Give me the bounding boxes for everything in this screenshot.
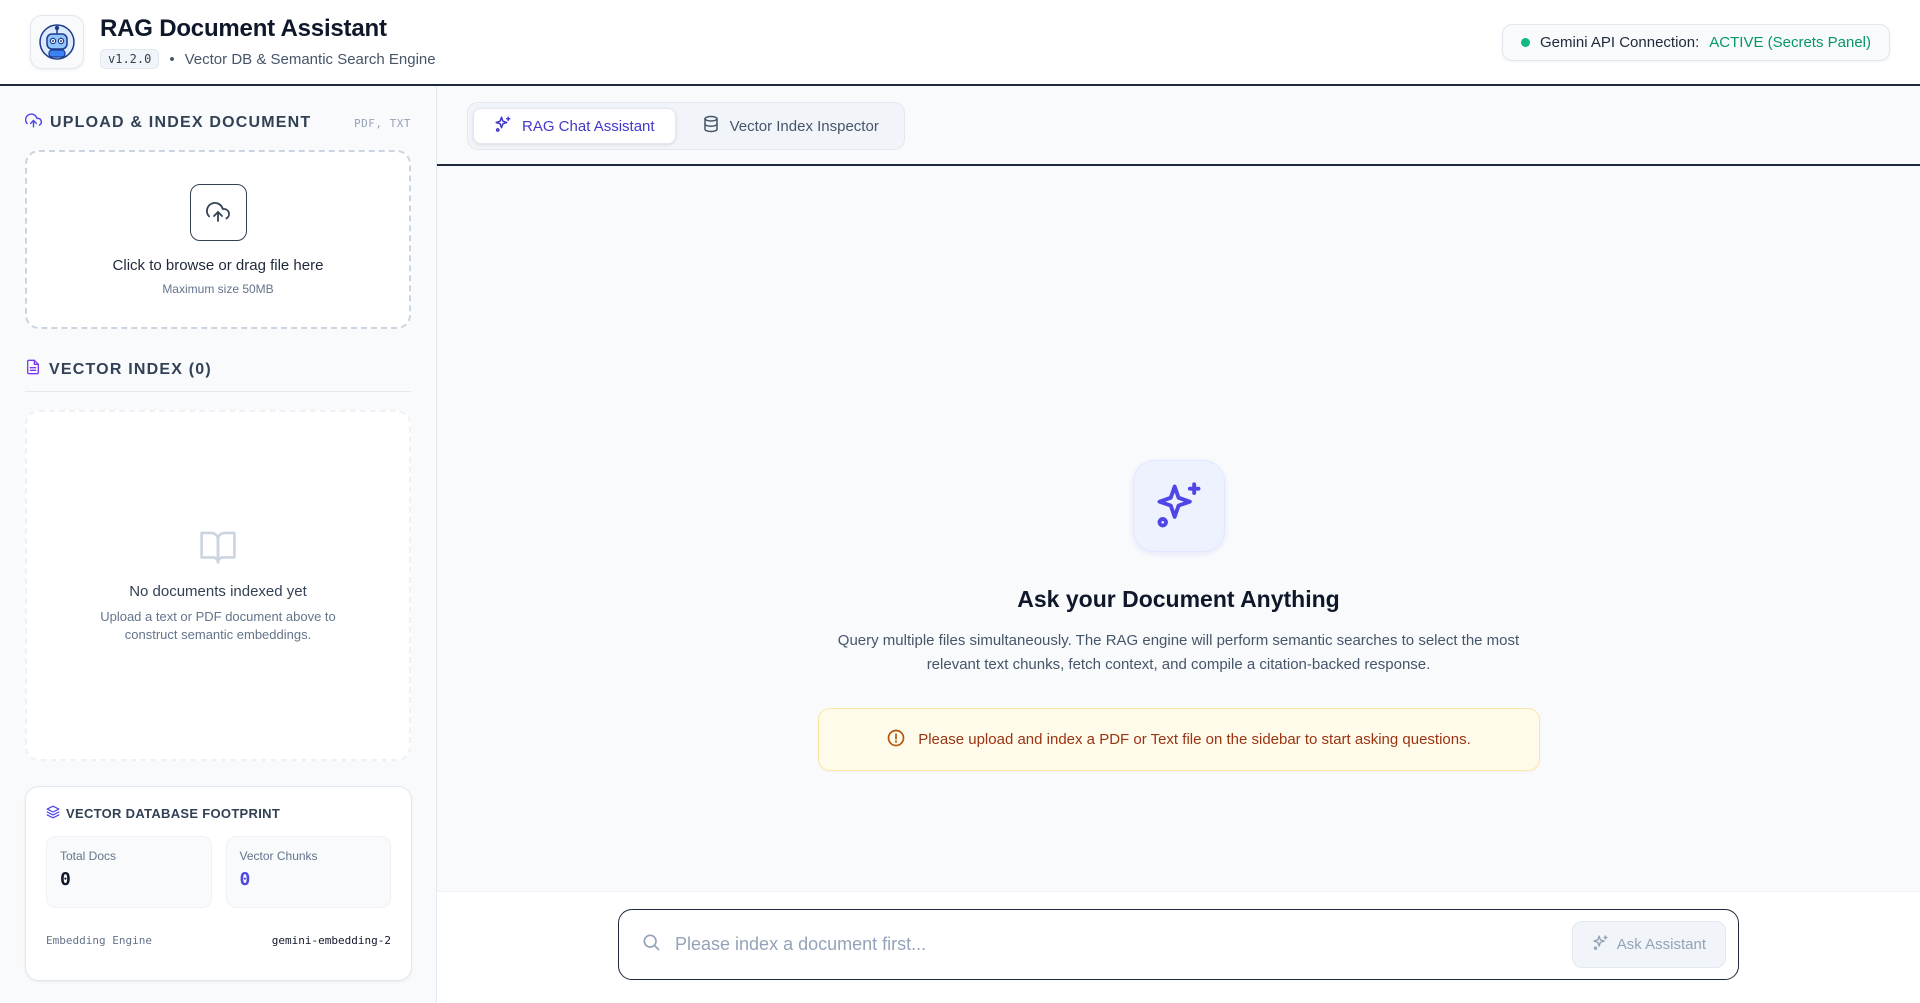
embedding-engine-value: gemini-embedding-2 <box>271 934 391 947</box>
tab-label: Vector Index Inspector <box>729 117 879 135</box>
view-tabs: RAG Chat Assistant Vector Index Inspecto… <box>467 102 905 150</box>
alert-circle-icon <box>886 728 906 752</box>
subtitle-separator: • <box>169 50 175 68</box>
total-docs-stat: Total Docs 0 <box>46 836 212 908</box>
app-header: RAG Document Assistant v1.2.0 • Vector D… <box>0 0 1920 86</box>
main-panel: RAG Chat Assistant Vector Index Inspecto… <box>437 86 1920 1003</box>
supported-formats: PDF, TXT <box>354 116 411 130</box>
hero-sparkles-icon <box>1132 460 1225 552</box>
ask-button-label: Ask Assistant <box>1616 936 1706 953</box>
dropzone-label: Click to browse or drag file here <box>112 256 324 274</box>
query-box: Ask Assistant <box>618 909 1739 980</box>
api-status-badge: Gemini API Connection: ACTIVE (Secrets P… <box>1502 23 1890 61</box>
footprint-title-text: VECTOR DATABASE FOOTPRINT <box>66 806 281 821</box>
tab-rag-chat-assistant[interactable]: RAG Chat Assistant <box>473 108 676 144</box>
vector-chunks-stat: Vector Chunks 0 <box>225 836 391 908</box>
upload-title-text: UPLOAD & INDEX DOCUMENT <box>50 114 312 131</box>
dropzone-size-note: Maximum size 50MB <box>162 281 274 296</box>
sidebar: UPLOAD & INDEX DOCUMENT PDF, TXT Click t… <box>0 86 437 1003</box>
tabs-bar: RAG Chat Assistant Vector Index Inspecto… <box>437 86 1920 166</box>
document-icon <box>25 359 41 380</box>
hero-title: Ask your Document Anything <box>1017 586 1340 612</box>
query-bar: Ask Assistant <box>437 891 1920 1003</box>
total-docs-value: 0 <box>60 869 71 890</box>
vector-db-footprint-card: VECTOR DATABASE FOOTPRINT Total Docs 0 V… <box>25 786 412 981</box>
layers-icon <box>46 805 60 822</box>
upload-icon <box>189 183 247 241</box>
app-subtitle-row: v1.2.0 • Vector DB & Semantic Search Eng… <box>100 49 436 69</box>
warning-text: Please upload and index a PDF or Text fi… <box>918 731 1471 748</box>
chat-empty-state: Ask your Document Anything Query multipl… <box>437 166 1920 891</box>
app-subtitle: Vector DB & Semantic Search Engine <box>184 50 436 68</box>
upload-warning-banner: Please upload and index a PDF or Text fi… <box>817 708 1540 771</box>
sparkles-icon <box>1592 934 1609 955</box>
search-icon <box>641 932 661 957</box>
vector-index-title: VECTOR INDEX (0) <box>25 359 212 380</box>
tab-vector-index-inspector[interactable]: Vector Index Inspector <box>682 108 899 144</box>
tab-label: RAG Chat Assistant <box>522 117 655 135</box>
empty-state-subtitle: Upload a text or PDF document above to c… <box>100 608 336 642</box>
cloud-upload-icon <box>24 112 42 134</box>
vector-chunks-value: 0 <box>239 869 251 890</box>
robot-logo-icon <box>30 15 84 69</box>
vector-chunks-label: Vector Chunks <box>239 849 318 863</box>
embedding-engine-row: Embedding Engine gemini-embedding-2 <box>46 924 391 947</box>
ask-assistant-button[interactable]: Ask Assistant <box>1571 921 1726 968</box>
database-icon <box>702 115 720 137</box>
hero-subtitle: Query multiple files simultaneously. The… <box>837 632 1520 673</box>
upload-section-title: UPLOAD & INDEX DOCUMENT <box>24 112 312 134</box>
vector-index-title-text: VECTOR INDEX (0) <box>49 360 212 378</box>
query-input[interactable] <box>675 934 1572 955</box>
app-title: RAG Document Assistant <box>100 15 387 42</box>
empty-state-title: No documents indexed yet <box>129 582 307 600</box>
footprint-stats: Total Docs 0 Vector Chunks 0 <box>46 836 391 908</box>
version-badge: v1.2.0 <box>100 49 160 69</box>
vector-index-header: VECTOR INDEX (0) <box>25 359 411 392</box>
footprint-title: VECTOR DATABASE FOOTPRINT <box>46 805 391 822</box>
file-dropzone[interactable]: Click to browse or drag file here Maximu… <box>25 150 411 329</box>
api-status-label: Gemini API Connection: <box>1540 33 1700 51</box>
embedding-engine-label: Embedding Engine <box>46 934 152 947</box>
total-docs-label: Total Docs <box>60 849 117 863</box>
vector-index-empty-state: No documents indexed yet Upload a text o… <box>25 410 411 761</box>
sparkles-icon <box>494 115 512 137</box>
brand-text: RAG Document Assistant v1.2.0 • Vector D… <box>100 15 436 69</box>
upload-section-header: UPLOAD & INDEX DOCUMENT PDF, TXT <box>24 112 411 134</box>
api-status-value: ACTIVE (Secrets Panel) <box>1709 33 1871 51</box>
brand: RAG Document Assistant v1.2.0 • Vector D… <box>30 15 436 69</box>
status-dot-icon <box>1521 37 1531 47</box>
open-book-icon <box>198 528 238 569</box>
